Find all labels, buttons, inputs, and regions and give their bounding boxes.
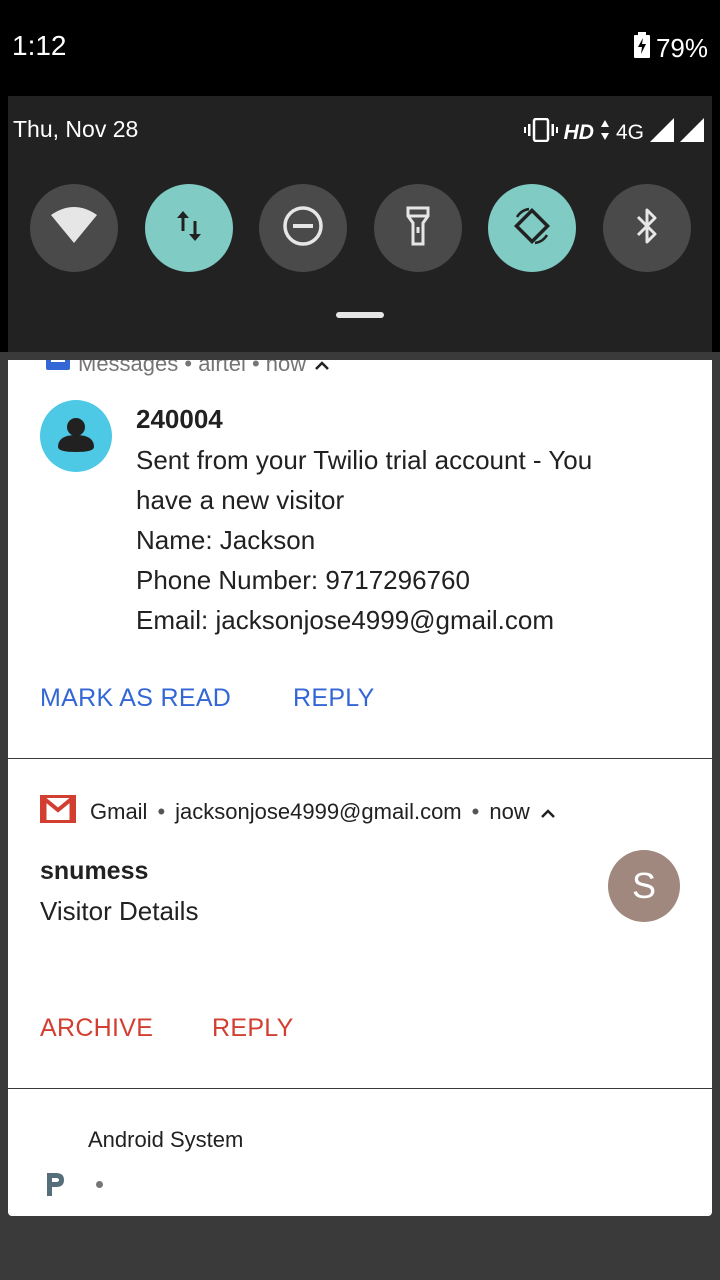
status-right: 79% bbox=[633, 32, 708, 65]
messages-header: Messages • airtel • now bbox=[46, 360, 330, 378]
parking-p-icon bbox=[44, 1171, 66, 1202]
message-sender: 240004 bbox=[136, 404, 223, 434]
signal-icon bbox=[650, 118, 674, 148]
battery-percent: 79% bbox=[655, 33, 708, 63]
sender-avatar: S bbox=[608, 850, 680, 922]
tile-bluetooth[interactable] bbox=[603, 184, 691, 272]
tile-wifi[interactable] bbox=[30, 184, 118, 272]
gmail-reply-button[interactable]: REPLY bbox=[212, 1014, 294, 1043]
battery-charging-icon bbox=[633, 32, 650, 65]
status-bar: 1:12 79% bbox=[0, 0, 720, 96]
do-not-disturb-icon bbox=[282, 205, 324, 252]
tile-mobile-data[interactable] bbox=[145, 184, 233, 272]
message-line: Phone Number: 9717296760 bbox=[136, 565, 470, 595]
collapse-chevron-icon[interactable] bbox=[540, 799, 556, 825]
contact-avatar bbox=[40, 400, 112, 472]
quick-settings-panel: Thu, Nov 28 HD 4G bbox=[8, 96, 712, 352]
signal-icon-2 bbox=[680, 118, 704, 148]
gmail-account: jacksonjose4999@gmail.com bbox=[175, 799, 462, 824]
message-line: Name: Jackson bbox=[136, 525, 316, 555]
qs-date[interactable]: Thu, Nov 28 bbox=[13, 116, 138, 143]
tile-auto-rotate[interactable] bbox=[488, 184, 576, 272]
gmail-app-name: Gmail bbox=[90, 799, 148, 824]
gmail-header: Gmail • jacksonjose4999@gmail.com • now bbox=[40, 794, 556, 829]
network-type: 4G bbox=[615, 121, 644, 144]
gmail-sender: snumess bbox=[40, 857, 149, 885]
message-body: Sent from your Twilio trial account - Yo… bbox=[136, 440, 696, 640]
data-activity-icon bbox=[600, 119, 610, 147]
wifi-icon bbox=[50, 206, 98, 250]
collapse-chevron-icon[interactable] bbox=[314, 360, 330, 377]
gmail-time: now bbox=[489, 799, 530, 824]
messages-notification[interactable]: Messages • airtel • now 240004 Sent from… bbox=[8, 360, 712, 758]
flashlight-icon bbox=[406, 206, 430, 251]
separator-dot bbox=[96, 1181, 103, 1188]
mark-as-read-button[interactable]: MARK AS READ bbox=[40, 684, 231, 713]
separator-dot: • bbox=[471, 799, 480, 824]
gmail-notification[interactable]: Gmail • jacksonjose4999@gmail.com • now … bbox=[8, 759, 712, 1088]
tile-do-not-disturb[interactable] bbox=[259, 184, 347, 272]
tile-flashlight[interactable] bbox=[374, 184, 462, 272]
qs-indicators: HD 4G bbox=[523, 117, 704, 148]
messages-app-icon bbox=[46, 360, 70, 378]
message-line: have a new visitor bbox=[136, 485, 345, 515]
messages-header-text: Messages • airtel • now bbox=[78, 360, 307, 376]
android-system-title: Android System bbox=[88, 1127, 244, 1152]
gmail-subject: Visitor Details bbox=[40, 896, 199, 926]
archive-button[interactable]: ARCHIVE bbox=[40, 1014, 153, 1043]
android-system-notification[interactable]: Android System bbox=[8, 1089, 712, 1216]
messages-reply-button[interactable]: REPLY bbox=[293, 684, 375, 713]
swap-vertical-icon bbox=[175, 209, 203, 248]
screen-rotation-icon bbox=[511, 205, 553, 252]
message-line: Email: jacksonjose4999@gmail.com bbox=[136, 605, 555, 635]
person-icon bbox=[58, 418, 94, 452]
status-time: 1:12 bbox=[12, 30, 67, 61]
message-line: Sent from your Twilio trial account - Yo… bbox=[136, 445, 593, 475]
bluetooth-icon bbox=[634, 206, 660, 251]
gmail-icon bbox=[40, 794, 76, 829]
hd-label: HD bbox=[563, 121, 594, 144]
vibrate-icon bbox=[523, 117, 558, 148]
separator-dot: • bbox=[157, 799, 166, 824]
qs-expand-handle[interactable] bbox=[336, 312, 384, 318]
qs-tiles bbox=[30, 184, 694, 272]
